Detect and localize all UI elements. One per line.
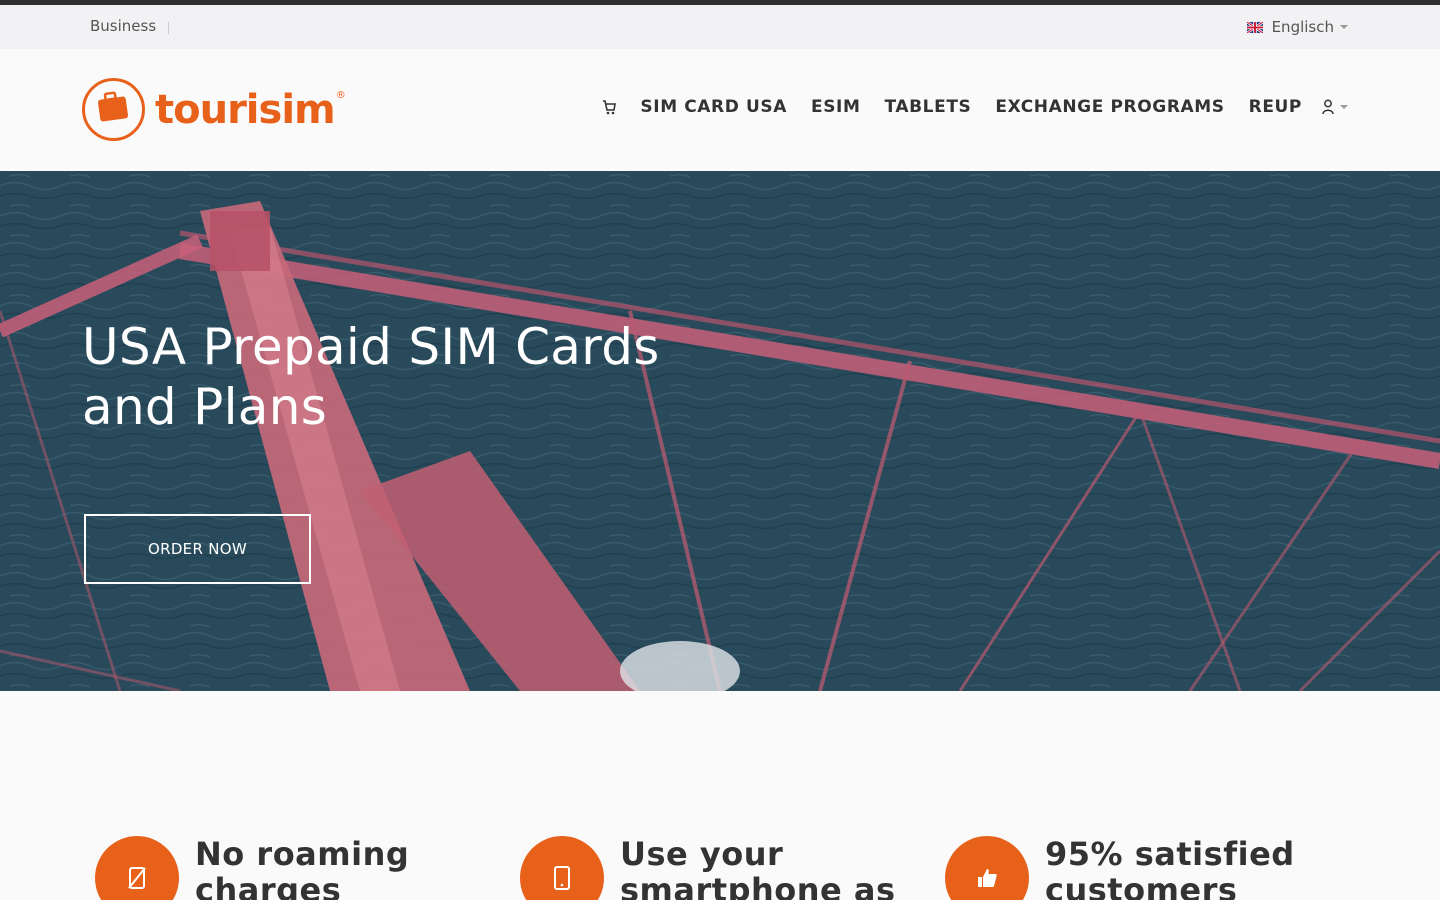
smartphone-icon [520, 836, 604, 900]
uk-flag-icon [1246, 21, 1263, 33]
nav-sim-card-usa[interactable]: SIM CARD USA [640, 97, 787, 117]
utility-bar: Business Englisch [0, 5, 1440, 49]
feature-title: Use your smartphone as [620, 835, 896, 900]
registered-mark: ® [335, 90, 346, 101]
feature-smartphone: Use your smartphone as [520, 836, 910, 900]
feature-no-roaming: No roaming charges [95, 836, 485, 900]
order-now-button[interactable]: ORDER NOW [84, 514, 311, 584]
main-nav: SIM CARD USA ESIM TABLETS EXCHANGE PROGR… [602, 97, 1348, 117]
language-switcher[interactable]: Englisch [1246, 18, 1348, 36]
utility-separator [168, 22, 169, 34]
feature-satisfied-customers: 95% satisfied customers [945, 836, 1335, 900]
hero-title: USA Prepaid SIM Cards and Plans [82, 318, 660, 436]
suitcase-logo-icon [82, 78, 145, 141]
logo[interactable]: tourisim ® [82, 78, 346, 141]
hero-banner: USA Prepaid SIM Cards and Plans ORDER NO… [0, 171, 1440, 691]
account-menu[interactable] [1322, 99, 1348, 115]
nav-tablets[interactable]: TABLETS [884, 97, 971, 117]
chevron-down-icon [1340, 105, 1348, 109]
nav-reup[interactable]: REUP [1249, 97, 1302, 117]
nav-esim[interactable]: ESIM [811, 97, 861, 117]
chevron-down-icon [1340, 25, 1348, 29]
user-account-icon [1322, 99, 1334, 115]
feature-title: 95% satisfied customers [1045, 835, 1295, 900]
site-header: tourisim ® SIM CARD USA ESIM TABLETS EXC… [0, 49, 1440, 171]
cart-icon[interactable] [602, 99, 617, 115]
no-roaming-icon [95, 836, 179, 900]
logo-wordmark: tourisim [155, 86, 336, 133]
nav-exchange-programs[interactable]: EXCHANGE PROGRAMS [995, 97, 1224, 117]
feature-title: No roaming charges [195, 835, 410, 900]
language-label: Englisch [1271, 18, 1334, 36]
thumbs-up-icon [945, 836, 1029, 900]
business-link[interactable]: Business [90, 17, 156, 35]
features-section: No roaming charges Use your smartphone a… [0, 691, 1440, 900]
